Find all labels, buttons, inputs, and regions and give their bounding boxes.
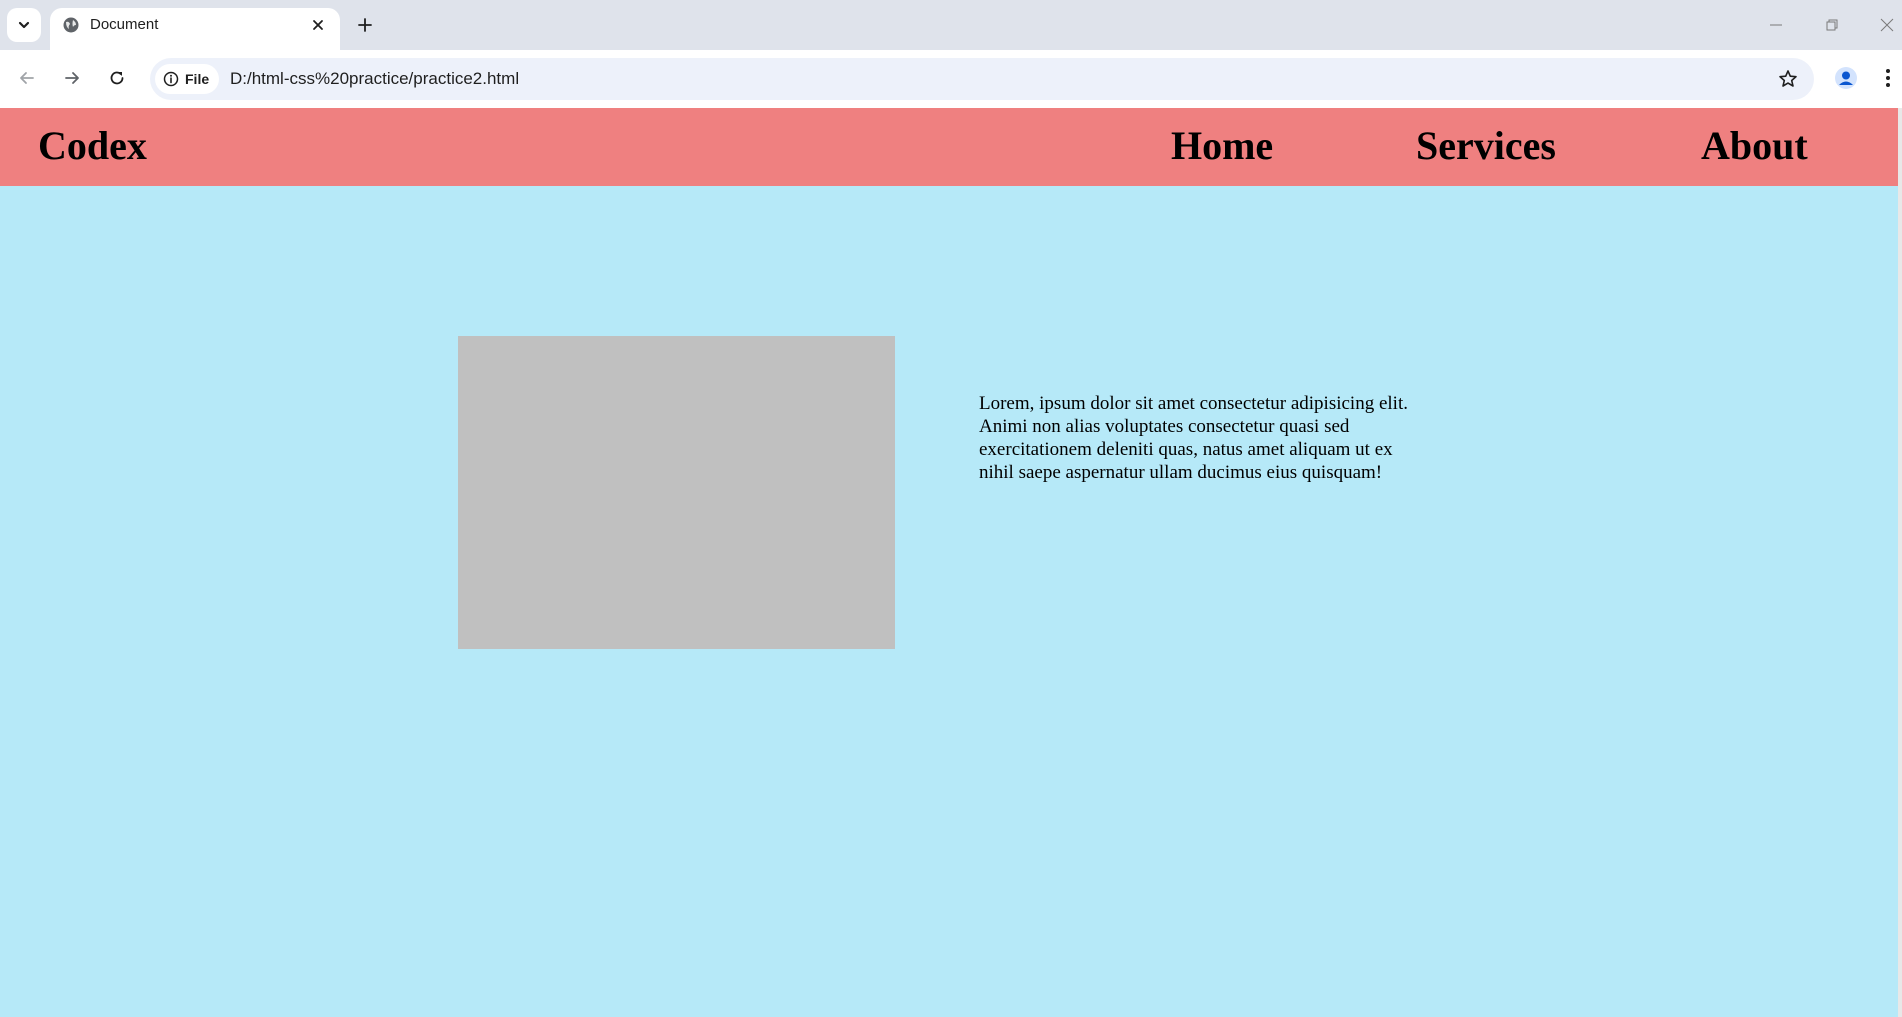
scrollbar-track[interactable] <box>1898 108 1902 1017</box>
window-close-button[interactable] <box>1872 10 1902 40</box>
forward-button[interactable] <box>56 62 88 94</box>
reload-icon <box>110 71 124 85</box>
site-brand[interactable]: Codex <box>38 122 147 170</box>
arrow-right-icon <box>65 72 79 84</box>
bookmark-button[interactable] <box>1774 65 1802 93</box>
content-paragraph: Lorem, ipsum dolor sit amet consectetur … <box>979 393 1408 483</box>
close-icon <box>313 20 323 30</box>
info-icon <box>163 71 179 87</box>
plus-icon <box>358 18 372 32</box>
nav-link-home[interactable]: Home <box>1171 122 1273 170</box>
close-icon <box>1880 18 1894 32</box>
chevron-down-icon <box>18 21 30 29</box>
site-info-chip[interactable]: File <box>155 64 220 94</box>
url-text[interactable]: D:/html-css%20practice/practice2.html <box>230 69 519 89</box>
browser-menu-button[interactable] <box>1876 62 1900 94</box>
profile-icon <box>1835 67 1857 89</box>
kebab-menu-icon <box>1886 69 1890 87</box>
globe-icon <box>63 17 79 33</box>
tab-title: Document <box>90 16 159 33</box>
minimize-button[interactable] <box>1761 10 1791 40</box>
back-button[interactable] <box>11 62 43 94</box>
minimize-icon <box>1770 24 1782 26</box>
browser-window: Document File D:/html-css%20practice/pra… <box>0 0 1902 1017</box>
nav-link-about[interactable]: About <box>1701 122 1808 170</box>
arrow-left-icon <box>20 72 34 84</box>
reload-button[interactable] <box>101 62 133 94</box>
address-bar[interactable]: File D:/html-css%20practice/practice2.ht… <box>150 58 1814 100</box>
new-tab-button[interactable] <box>352 12 378 38</box>
nav-link-services[interactable]: Services <box>1416 122 1556 170</box>
profile-button[interactable] <box>1830 62 1862 94</box>
browser-toolbar: File D:/html-css%20practice/practice2.ht… <box>0 50 1902 108</box>
tab-close-button[interactable] <box>306 13 330 37</box>
site-info-label: File <box>185 71 210 87</box>
page-viewport: Codex Home Services About Lorem, ipsum d… <box>0 108 1898 1017</box>
image-placeholder <box>458 336 895 649</box>
restore-icon <box>1826 19 1838 31</box>
site-navbar: Codex Home Services About <box>0 108 1898 186</box>
tab-strip: Document <box>0 0 1902 50</box>
restore-button[interactable] <box>1817 10 1847 40</box>
tab-active[interactable]: Document <box>50 8 340 50</box>
tab-search-button[interactable] <box>7 8 41 42</box>
star-icon <box>1779 70 1797 87</box>
